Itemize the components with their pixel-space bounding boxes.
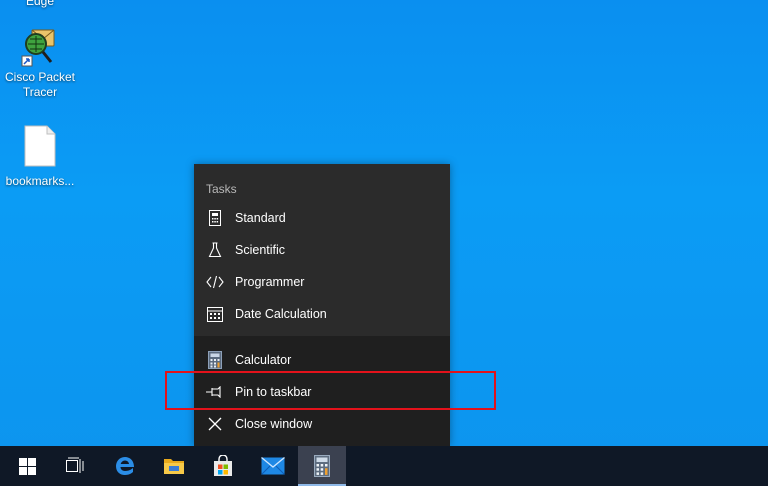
desktop-icon-label: Cisco Packet Tracer bbox=[4, 70, 76, 99]
file-icon bbox=[24, 125, 56, 167]
calculator-icon bbox=[194, 202, 235, 234]
task-label: Standard bbox=[235, 211, 286, 225]
task-view-icon bbox=[66, 457, 84, 473]
mail-icon bbox=[261, 457, 285, 475]
start-button[interactable] bbox=[3, 446, 51, 486]
store-icon bbox=[214, 455, 232, 476]
taskbar-store[interactable] bbox=[199, 446, 247, 486]
close-window[interactable]: Close window bbox=[194, 408, 450, 440]
cisco-packet-tracer-icon bbox=[21, 29, 55, 67]
task-label: Programmer bbox=[235, 275, 305, 289]
task-view-button[interactable] bbox=[51, 446, 99, 486]
flask-icon bbox=[194, 234, 235, 266]
task-standard[interactable]: Standard bbox=[194, 202, 450, 234]
code-icon bbox=[194, 266, 235, 298]
desktop-icon-label: Edge bbox=[25, 0, 55, 8]
highlight-box bbox=[165, 371, 496, 410]
close-icon bbox=[194, 408, 235, 440]
desktop-icon-cisco-packet-tracer[interactable]: Cisco Packet Tracer bbox=[2, 26, 78, 100]
task-scientific[interactable]: Scientific bbox=[194, 234, 450, 266]
task-programmer[interactable]: Programmer bbox=[194, 266, 450, 298]
taskbar-edge[interactable] bbox=[101, 446, 149, 486]
taskbar-mail[interactable] bbox=[249, 446, 297, 486]
action-label: Close window bbox=[235, 417, 313, 431]
taskbar bbox=[0, 446, 768, 486]
file-explorer-icon bbox=[164, 459, 184, 474]
desktop-icon-edge[interactable]: Edge bbox=[2, 0, 78, 9]
taskbar-file-explorer[interactable] bbox=[150, 446, 198, 486]
jump-list-tasks-section: Tasks Standard Scientific Programmer Dat… bbox=[194, 164, 450, 336]
task-date-calculation[interactable]: Date Calculation bbox=[194, 298, 450, 330]
task-label: Scientific bbox=[235, 243, 286, 257]
calculator-icon bbox=[314, 455, 330, 477]
edge-icon bbox=[116, 457, 134, 475]
desktop-icon-label: bookmarks... bbox=[5, 174, 75, 188]
task-label: Date Calculation bbox=[235, 307, 327, 321]
desktop-icon-bookmarks[interactable]: bookmarks... bbox=[2, 124, 78, 189]
action-label: Calculator bbox=[235, 353, 292, 367]
taskbar-calculator[interactable] bbox=[298, 446, 346, 486]
tasks-header: Tasks bbox=[206, 182, 237, 196]
calendar-icon bbox=[194, 298, 235, 330]
windows-start-icon bbox=[18, 457, 36, 475]
